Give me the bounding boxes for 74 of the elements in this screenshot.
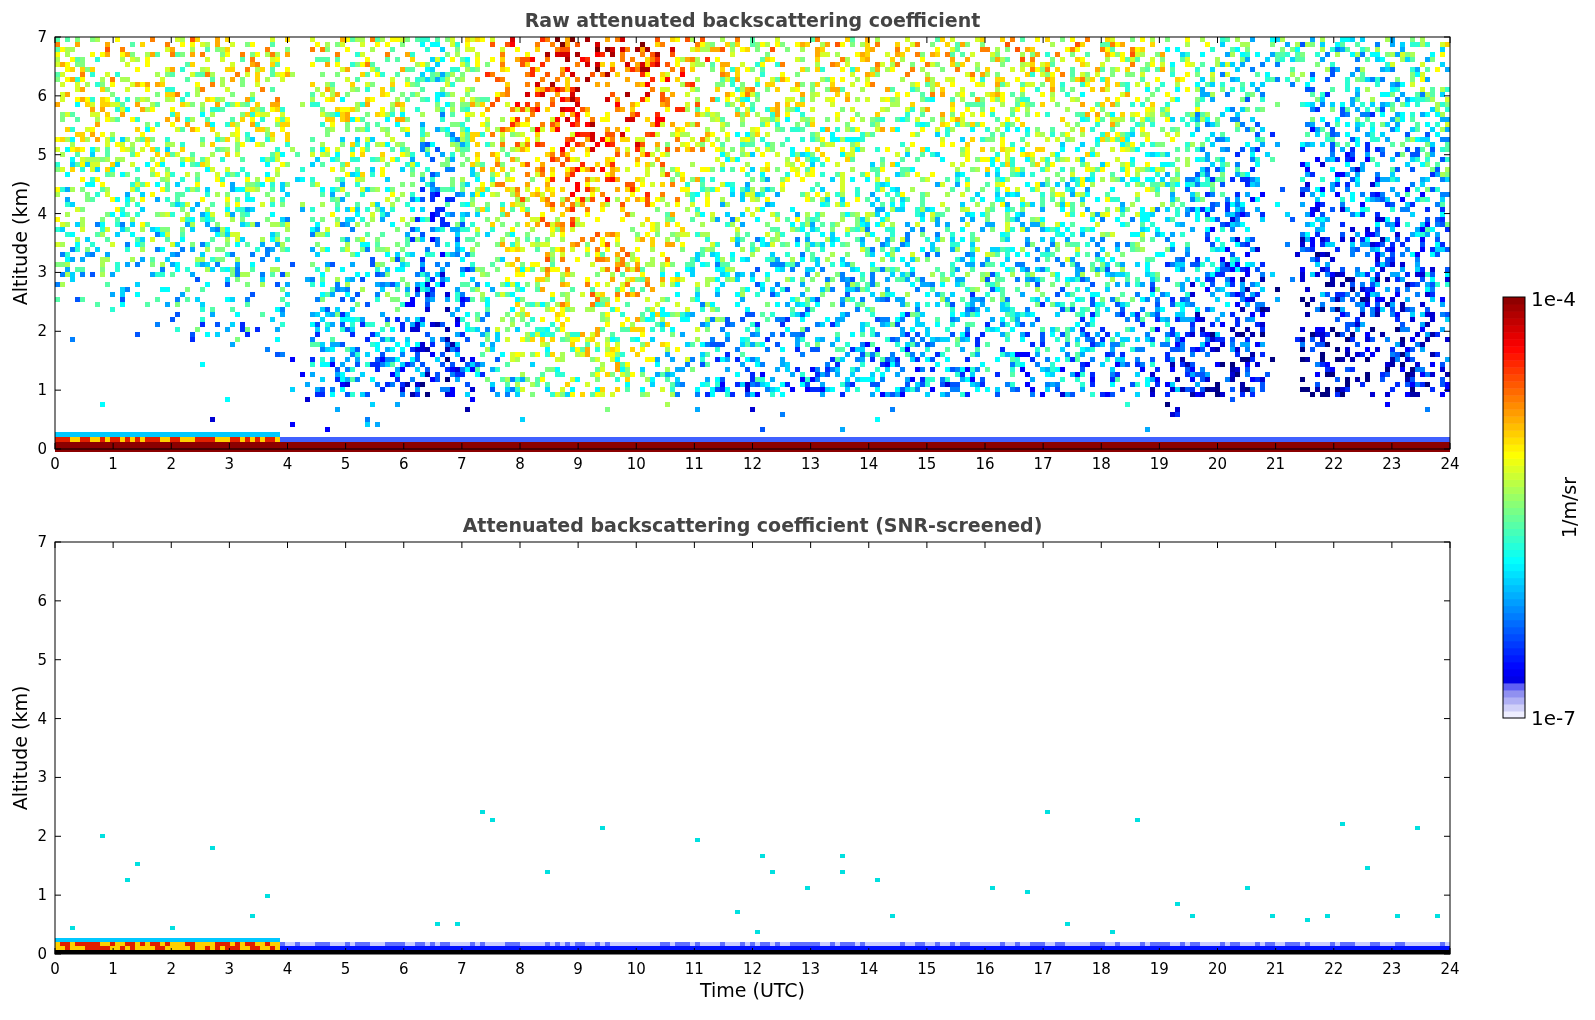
tick-label: 20: [1207, 455, 1228, 473]
tick-label: 6: [399, 960, 409, 978]
tick-label: 3: [224, 960, 235, 978]
tick-label: 10: [626, 455, 646, 473]
tick-label: 7: [37, 28, 47, 46]
tick-label: 6: [37, 591, 47, 610]
tick-label: 24: [1440, 455, 1460, 473]
tick-label: 14: [859, 455, 879, 473]
plot-title: Attenuated backscattering coefficient (SNR-screened): [462, 514, 1043, 536]
tick-label: 1: [108, 455, 118, 473]
tick-label: 0: [37, 440, 47, 458]
tick-label: 20: [1207, 960, 1228, 978]
tick-label: 9: [573, 455, 583, 473]
tick-label: 19: [1149, 960, 1169, 978]
tick-label: 7: [457, 960, 467, 978]
plot-title: Raw attenuated backscattering coefficient: [524, 9, 981, 31]
tick-label: 18: [1091, 960, 1111, 978]
tick-label: 2: [166, 455, 176, 473]
tick-label: 11: [684, 455, 704, 473]
tick-label: 3: [37, 768, 47, 787]
tick-label: 8: [515, 960, 525, 978]
tick-label: 24: [1440, 960, 1460, 978]
tick-label: 7: [37, 533, 47, 551]
axis-label: Altitude (km): [9, 180, 31, 306]
axis-label: Altitude (km): [9, 685, 31, 811]
axis-label: Time (UTC): [700, 979, 805, 1001]
tick-label: 4: [282, 455, 293, 473]
tick-label: 1: [108, 960, 118, 978]
tick-label: 19: [1149, 455, 1169, 473]
tick-label: 6: [37, 86, 47, 105]
tick-label: 11: [684, 960, 704, 978]
tick-label: 21: [1266, 960, 1286, 978]
tick-label: 0: [50, 455, 60, 473]
tick-label: 12: [742, 455, 763, 473]
tick-label: 15: [917, 960, 937, 978]
colorbar-min-label: 1e-7: [1531, 706, 1576, 730]
tick-label: 5: [37, 145, 47, 164]
tick-label: 14: [859, 960, 879, 978]
tick-label: 5: [340, 960, 351, 978]
tick-label: 3: [37, 263, 47, 282]
tick-label: 5: [340, 455, 351, 473]
tick-label: 10: [626, 960, 646, 978]
tick-label: 17: [1033, 455, 1053, 473]
tick-label: 12: [742, 960, 763, 978]
tick-label: 1: [37, 886, 47, 905]
tick-label: 2: [37, 322, 47, 341]
tick-label: 13: [801, 960, 821, 978]
tick-label: 4: [37, 204, 47, 223]
tick-label: 0: [50, 960, 60, 978]
tick-label: 8: [515, 455, 525, 473]
tick-label: 6: [399, 455, 409, 473]
tick-label: 17: [1033, 960, 1053, 978]
tick-label: 4: [282, 960, 293, 978]
tick-label: 9: [573, 960, 583, 978]
tick-label: 23: [1382, 960, 1402, 978]
tick-label: 4: [37, 709, 47, 728]
tick-label: 15: [917, 455, 937, 473]
tick-label: 18: [1091, 455, 1111, 473]
colorbar-label: 1/m/sr: [1558, 476, 1580, 539]
tick-label: 0: [37, 945, 47, 963]
tick-label: 16: [975, 455, 995, 473]
tick-label: 1: [37, 381, 47, 400]
tick-label: 21: [1266, 455, 1286, 473]
tick-label: 22: [1324, 455, 1344, 473]
tick-label: 22: [1324, 960, 1344, 978]
tick-label: 16: [975, 960, 995, 978]
tick-label: 2: [37, 827, 47, 846]
tick-label: 23: [1382, 455, 1402, 473]
tick-label: 2: [166, 960, 176, 978]
tick-label: 7: [457, 455, 467, 473]
tick-label: 3: [224, 455, 235, 473]
tick-label: 5: [37, 650, 47, 669]
tick-label: 13: [801, 455, 821, 473]
colorbar-max-label: 1e-4: [1531, 287, 1576, 311]
